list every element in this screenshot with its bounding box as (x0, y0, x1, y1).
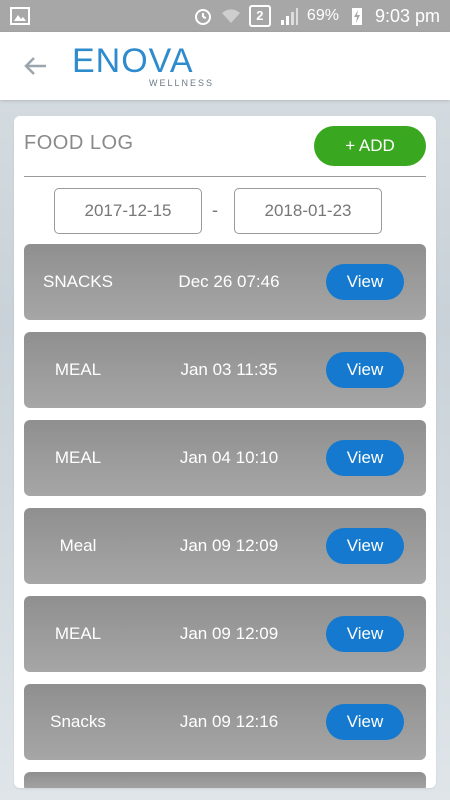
wifi-icon (221, 9, 240, 23)
entry-datetime: Jan 09 12:16 (179, 712, 279, 731)
date-to-field[interactable]: 2018-01-23 (234, 188, 382, 234)
entry-type: Meal (59, 536, 97, 555)
logo-wordmark: ENOVA (72, 42, 194, 80)
entry-datetime: Jan 03 11:35 (180, 360, 278, 379)
add-button[interactable]: + ADD (314, 126, 426, 166)
entry-type: MEAL (54, 624, 102, 643)
app-header: ENOVA WELLNESS (0, 32, 450, 100)
entry-type: MEAL (54, 360, 102, 379)
entry-datetime: Dec 26 07:46 (178, 272, 280, 291)
entry-type: Snacks (50, 712, 106, 731)
date-from-field[interactable]: 2017-12-15 (54, 188, 202, 234)
food-log-list: SNACKS Dec 26 07:46 View MEAL Jan 03 11:… (24, 244, 426, 788)
alarm-icon (194, 9, 211, 25)
logo-subtitle: WELLNESS (148, 78, 214, 88)
enova-logo: ENOVA WELLNESS (72, 42, 222, 92)
battery-percent: 69% (306, 7, 339, 24)
view-button[interactable]: View (326, 264, 404, 300)
entry-type: MEAL (54, 448, 102, 467)
entry-datetime: Jan 09 12:09 (179, 536, 279, 555)
list-item-partial (24, 772, 426, 788)
signal-icon (280, 8, 298, 25)
entry-datetime: Jan 04 10:10 (179, 448, 279, 467)
list-item: MEAL Jan 04 10:10 View (24, 420, 426, 496)
sim-badge: 2 (248, 5, 271, 27)
view-button[interactable]: View (326, 704, 404, 740)
list-item: Meal Jan 09 12:09 View (24, 508, 426, 584)
divider (24, 176, 426, 177)
status-bar: 2 69% 9:03 pm (0, 0, 450, 32)
list-item: SNACKS Dec 26 07:46 View (24, 244, 426, 320)
view-button[interactable]: View (326, 616, 404, 652)
view-button[interactable]: View (326, 528, 404, 564)
list-item: MEAL Jan 09 12:09 View (24, 596, 426, 672)
view-button[interactable]: View (326, 440, 404, 476)
date-separator: - (212, 200, 218, 220)
gallery-notification-icon (10, 7, 30, 25)
clock: 9:03 pm (374, 5, 440, 26)
battery-charging-icon (351, 8, 362, 25)
entry-type: SNACKS (43, 272, 113, 291)
view-button[interactable]: View (326, 352, 404, 388)
list-item: MEAL Jan 03 11:35 View (24, 332, 426, 408)
back-arrow-icon[interactable] (22, 52, 50, 80)
entry-datetime: Jan 09 12:09 (179, 624, 279, 643)
list-item: Snacks Jan 09 12:16 View (24, 684, 426, 760)
status-bar-right: 2 69% 9:03 pm (193, 5, 440, 27)
food-log-card: FOOD LOG + ADD 2017-12-15 - 2018-01-23 S… (14, 116, 436, 788)
page-title: FOOD LOG (24, 132, 134, 154)
